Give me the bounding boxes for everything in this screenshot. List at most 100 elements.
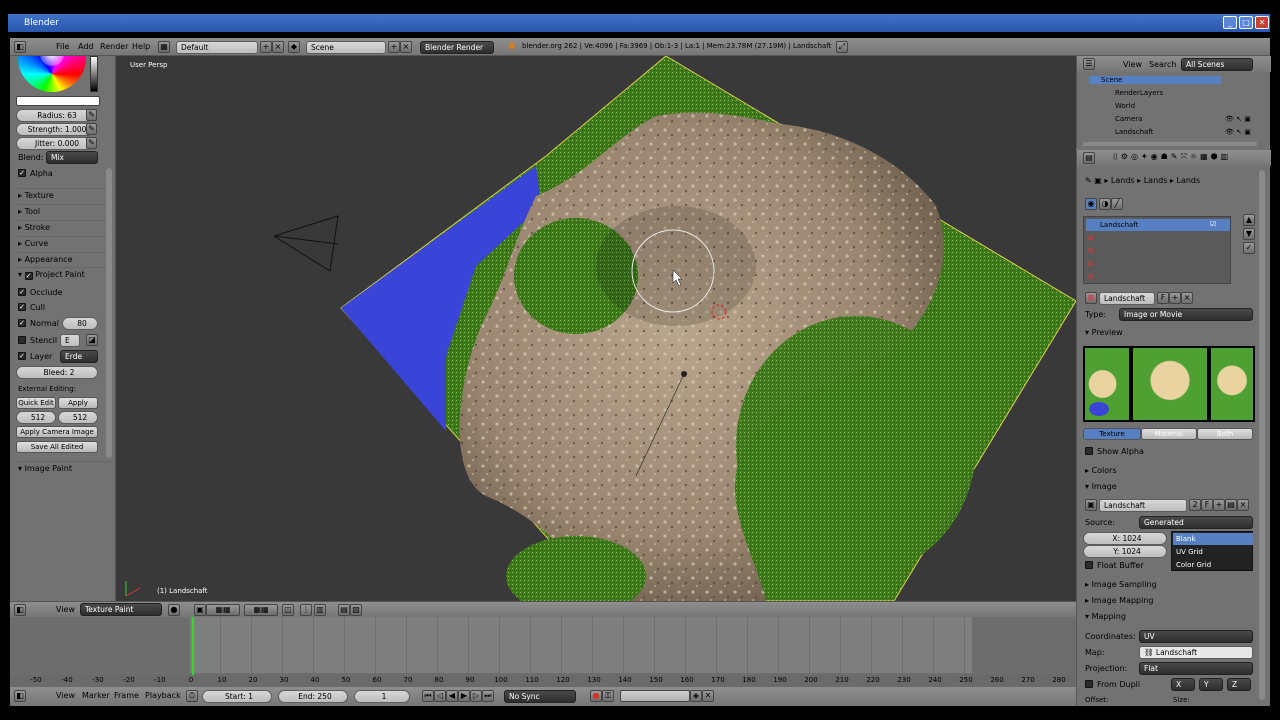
coordinates-selector[interactable]: UV — [1139, 630, 1253, 643]
project-paint-checkbox[interactable]: ✓ — [24, 272, 33, 280]
preview-range-icon[interactable]: ⏱ — [186, 690, 198, 702]
outliner-editor-type-icon[interactable]: ☰ — [1083, 58, 1095, 70]
sync-mode-selector[interactable]: No Sync — [504, 690, 576, 703]
slot-down-icon[interactable]: ▼ — [1243, 228, 1255, 240]
add-layout-icon[interactable]: + — [260, 41, 272, 53]
record-icon[interactable]: ● — [590, 690, 602, 702]
projection-selector[interactable]: Flat — [1139, 662, 1253, 675]
render-preview-icon[interactable]: ▤ — [338, 604, 350, 616]
play-icon[interactable]: ▶ — [458, 690, 470, 702]
empty-slot-icon[interactable]: ⊠ — [1088, 273, 1094, 281]
image-browse-icon[interactable]: ▣ — [1085, 499, 1097, 511]
tab-material[interactable]: Material — [1141, 428, 1197, 440]
gen-type-color-grid[interactable]: Color Grid — [1173, 559, 1253, 571]
image-fake-user-button[interactable]: F — [1201, 499, 1213, 511]
image-users-count[interactable]: 2 — [1189, 499, 1201, 511]
fullscreen-icon[interactable]: ⤢ — [836, 41, 848, 53]
x-axis-selector[interactable]: X — [1171, 678, 1195, 691]
context-tabs[interactable]: ⌷⚙◎✦◉☗✎⤧☼▦⬢▥ — [1113, 152, 1231, 162]
outliner-item-world[interactable]: World — [1115, 102, 1135, 110]
image-add-icon[interactable]: + — [1213, 499, 1225, 511]
delete-layout-icon[interactable]: × — [272, 41, 284, 53]
mode-selector[interactable]: Texture Paint — [80, 603, 162, 616]
slot-more-icon[interactable]: ✓ — [1243, 242, 1255, 254]
image-name-field[interactable]: Landschaft — [1099, 499, 1187, 512]
minimize-button[interactable]: _ — [1223, 16, 1237, 29]
active-keying-set-field[interactable] — [620, 690, 690, 702]
texture-slot-item[interactable]: Landschaft — [1086, 219, 1230, 231]
stroke-panel-header[interactable]: ▸ Stroke — [18, 220, 112, 232]
screenshot-icon[interactable]: ▧ — [350, 604, 362, 616]
timeline-editor-type-icon[interactable]: ◧ — [14, 690, 26, 702]
slot-up-icon[interactable]: ▲ — [1243, 214, 1255, 226]
image-sampling-panel-header[interactable]: ▸ Image Sampling — [1085, 580, 1157, 589]
outliner-display-mode-selector[interactable]: All Scenes — [1181, 58, 1253, 71]
timeline-frame-menu[interactable]: Frame — [114, 691, 139, 700]
maximize-button[interactable]: □ — [1239, 16, 1253, 29]
color-swatch[interactable] — [16, 96, 100, 106]
texture-add-icon[interactable]: + — [1169, 292, 1181, 304]
save-all-edited-button[interactable]: Save All Edited — [16, 441, 98, 453]
texture-name-field[interactable]: Landschaft — [1099, 292, 1155, 305]
delete-scene-icon[interactable]: × — [400, 41, 412, 53]
timeline-view-menu[interactable]: View — [56, 691, 75, 700]
timeline-marker-menu[interactable]: Marker — [82, 691, 110, 700]
toolshelf-scrollbar[interactable] — [106, 168, 112, 458]
occlude-checkbox[interactable]: ✓ — [18, 288, 26, 296]
gen-type-uv-grid[interactable]: UV Grid — [1173, 546, 1253, 558]
keying-set-icon[interactable]: ⚿ — [602, 690, 614, 702]
strength-field[interactable]: Strength: 1.000 — [16, 123, 94, 136]
layers-grid-icon[interactable]: ▦▦ — [206, 604, 240, 616]
show-alpha-checkbox[interactable] — [1085, 447, 1093, 455]
jump-end-icon[interactable]: ⏭ — [482, 690, 494, 702]
jump-start-icon[interactable]: ⏮ — [422, 690, 434, 702]
outliner-item-scene[interactable]: Scene — [1089, 76, 1221, 84]
empty-slot-icon[interactable]: ⊠ — [1088, 247, 1094, 255]
normal-angle-field[interactable]: 80 — [62, 317, 98, 330]
camera-visibility-icon[interactable]: 👁 ↖ ▣ — [1225, 115, 1251, 123]
menu-help[interactable]: Help — [132, 42, 150, 51]
curve-panel-header[interactable]: ▸ Curve — [18, 236, 112, 248]
outliner-view-menu[interactable]: View — [1123, 60, 1142, 69]
texture-panel-header[interactable]: ▸ Texture — [18, 188, 112, 200]
tab-both[interactable]: Both — [1197, 428, 1253, 440]
outliner-search-menu[interactable]: Search — [1149, 60, 1176, 69]
radius-field[interactable]: Radius: 63 — [16, 109, 94, 122]
layout-icon[interactable]: ▦ — [158, 41, 170, 53]
tool-panel-header[interactable]: ▸ Tool — [18, 204, 112, 216]
start-frame-field[interactable]: Start: 1 — [202, 690, 272, 703]
normal-checkbox[interactable]: ✓ — [18, 319, 26, 327]
generated-type-list[interactable]: Blank UV Grid Color Grid — [1171, 531, 1253, 571]
timeline-area[interactable]: -50 -40 -30 -20 -10 0 10 20 30 40 50 60 70 80 90 100 110… — [10, 617, 1076, 687]
from-dupli-checkbox[interactable] — [1085, 680, 1093, 688]
texture-fake-user-icon[interactable]: F — [1157, 292, 1169, 304]
strength-pressure-icon[interactable]: ✎ — [86, 123, 97, 135]
tab-texture[interactable]: Texture — [1083, 428, 1141, 440]
landschaft-visibility-icon[interactable]: 👁 ↖ ▣ — [1225, 128, 1251, 136]
appearance-panel-header[interactable]: ▸ Appearance — [18, 252, 112, 264]
colors-panel-header[interactable]: ▸ Colors — [1085, 466, 1117, 475]
empty-slot-icon[interactable]: ⊠ — [1088, 260, 1094, 268]
close-button[interactable]: ✕ — [1255, 16, 1269, 29]
apply-button[interactable]: Apply — [58, 397, 98, 409]
render-engine-selector[interactable]: Blender Render — [420, 41, 494, 54]
image-open-icon[interactable]: ▤ — [1225, 499, 1237, 511]
timeline-playback-menu[interactable]: Playback — [145, 691, 181, 700]
menu-file[interactable]: File — [56, 42, 69, 51]
image-size-x-field[interactable]: 512 — [16, 411, 56, 424]
texture-line-icon[interactable]: ╱ — [1111, 198, 1123, 210]
texture-slot-list[interactable]: Landschaft ☑ ⊠ ⊠ ⊠ ⊠ — [1083, 216, 1231, 284]
texture-slot-checkbox[interactable]: ☑ — [1210, 220, 1216, 228]
shading-icon[interactable]: ● — [168, 604, 180, 616]
blend-selector[interactable]: Mix — [46, 151, 98, 164]
bleed-field[interactable]: Bleed: 2 — [16, 366, 98, 379]
current-frame-marker[interactable] — [192, 617, 194, 675]
layers-grid-2-icon[interactable]: ▦▦ — [244, 604, 278, 616]
layer-lock-icon[interactable]: ◫ — [282, 604, 294, 616]
generated-width-field[interactable]: X: 1024 — [1083, 532, 1167, 545]
face-mask-icon[interactable]: ▣ — [194, 604, 206, 616]
insert-keyframe-icon[interactable]: ◈ — [690, 690, 702, 702]
layer-checkbox[interactable]: ✓ — [18, 352, 26, 360]
image-panel-header[interactable]: ▾ Image — [1085, 482, 1117, 491]
play-reverse-icon[interactable]: ◀ — [446, 690, 458, 702]
